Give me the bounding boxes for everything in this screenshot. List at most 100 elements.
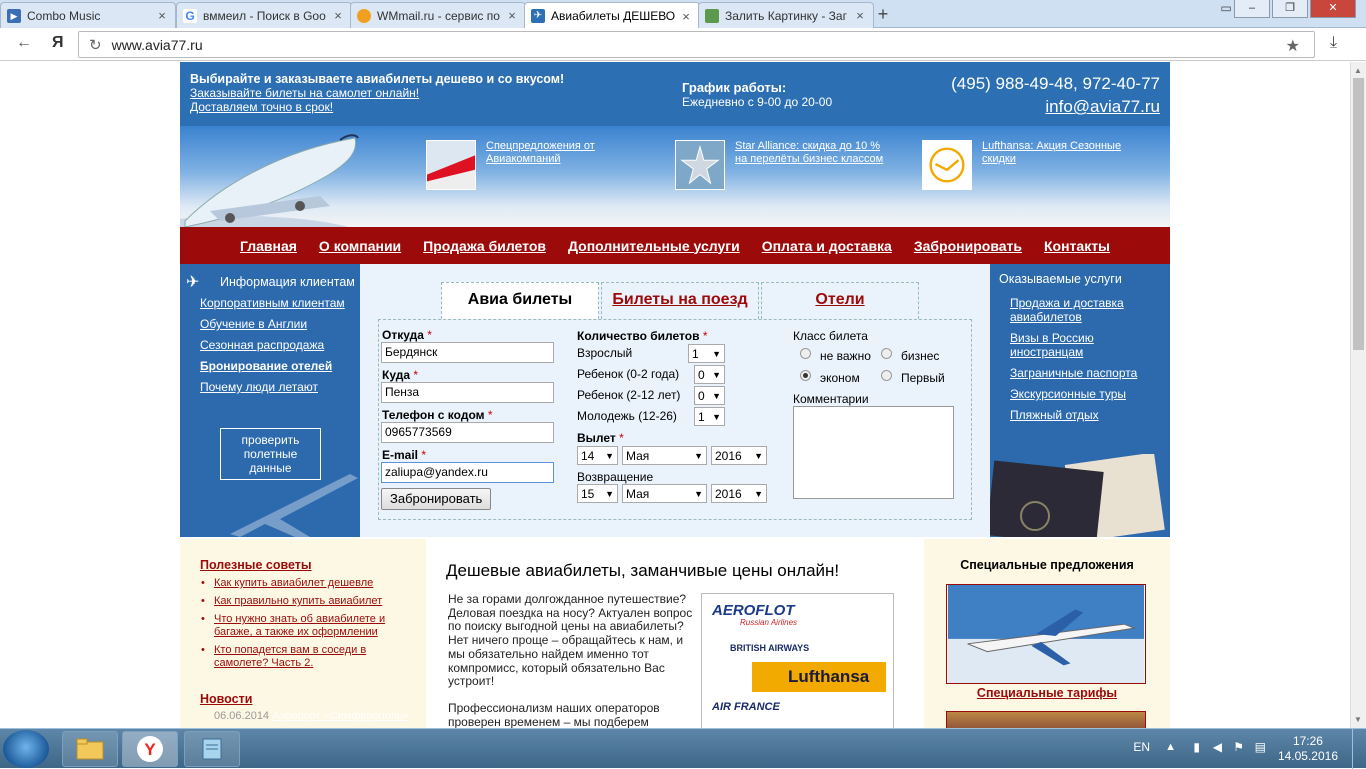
- yandex-icon[interactable]: Я: [52, 34, 64, 52]
- back-arrow-icon[interactable]: ←: [16, 34, 32, 52]
- depart-year-select[interactable]: 2016 ▼: [711, 446, 767, 465]
- network-signal-icon[interactable]: ▮: [1193, 740, 1200, 754]
- maximize-button[interactable]: ❐: [1272, 0, 1308, 18]
- promo-link-star-alliance[interactable]: Star Alliance: скидка до 10 % на перелёт…: [735, 140, 885, 166]
- browser-tab[interactable]: WMmail.ru - сервис по ×: [350, 2, 526, 28]
- taskbar-explorer-button[interactable]: [62, 731, 118, 767]
- tab-close-icon[interactable]: ×: [331, 8, 345, 23]
- volume-icon[interactable]: ◀: [1213, 740, 1222, 754]
- nav-services[interactable]: Дополнительные услуги: [568, 238, 740, 254]
- browser-tab[interactable]: Залить Картинку - Заг ×: [698, 2, 874, 28]
- tab-train-tickets[interactable]: Билеты на поезд: [601, 282, 759, 319]
- tips-list: Как купить авиабилет дешевле Как правиль…: [200, 577, 410, 675]
- tab-close-icon[interactable]: ×: [155, 8, 169, 23]
- nav-home[interactable]: Главная: [240, 238, 297, 254]
- page-scrollbar[interactable]: ▲ ▼: [1350, 62, 1366, 728]
- start-button[interactable]: [3, 730, 49, 768]
- aeroflot-logo: AEROFLOT: [712, 602, 795, 619]
- bookmark-star-icon[interactable]: ★: [1286, 36, 1300, 56]
- depart-day-select[interactable]: 14 ▼: [577, 446, 618, 465]
- browser-tab-active[interactable]: ✈ Авиабилеты ДЕШЕВО ×: [524, 2, 700, 29]
- class-economy-radio[interactable]: [800, 370, 811, 381]
- adult-select[interactable]: 1 ▼: [688, 344, 725, 363]
- tab-air-tickets[interactable]: Авиа билеты: [441, 282, 599, 319]
- clock[interactable]: 17:26 14.05.2016: [1278, 734, 1338, 764]
- tab-close-icon[interactable]: ×: [505, 8, 519, 23]
- check-flight-button[interactable]: проверить полетные данные: [220, 428, 321, 480]
- close-window-button[interactable]: ✕: [1310, 0, 1356, 18]
- class-business-radio[interactable]: [881, 348, 892, 359]
- show-desktop-button[interactable]: [1352, 729, 1366, 769]
- link-corporate[interactable]: Корпоративным клиентам: [200, 296, 345, 310]
- return-month-select[interactable]: Мая ▼: [622, 484, 707, 503]
- class-first-radio[interactable]: [881, 370, 892, 381]
- tab-hotels-link[interactable]: Отели: [815, 291, 864, 308]
- article-paragraph-2: Профессионализм наших операторов провере…: [448, 701, 660, 728]
- nav-about[interactable]: О компании: [319, 238, 401, 254]
- windows-taskbar: Y EN ▲ ▮ ◀ ⚑ ▤ 17:26 14.05.2016: [0, 728, 1366, 769]
- special-tariffs-link[interactable]: Специальные тарифы: [977, 686, 1117, 700]
- slogan-link-order[interactable]: Заказывайте билеты на самолет онлайн!: [190, 86, 564, 100]
- return-day-select[interactable]: 15 ▼: [577, 484, 618, 503]
- browser-tab[interactable]: G вммеил - Поиск в Goo ×: [176, 2, 352, 28]
- submit-booking-button[interactable]: Забронировать: [381, 488, 492, 510]
- news-title[interactable]: Новости: [200, 692, 252, 706]
- scroll-up-icon[interactable]: ▲: [1354, 66, 1362, 75]
- link-season-sale[interactable]: Сезонная распродажа: [200, 338, 324, 352]
- language-indicator[interactable]: EN: [1133, 740, 1150, 754]
- scroll-down-icon[interactable]: ▼: [1354, 715, 1362, 724]
- link-hotel-booking[interactable]: Бронирование отелей: [200, 359, 332, 373]
- scrollbar-thumb[interactable]: [1353, 78, 1364, 350]
- depart-month-select[interactable]: Мая ▼: [622, 446, 707, 465]
- link-england-study[interactable]: Обучение в Англии: [200, 317, 307, 331]
- tab-close-icon[interactable]: ×: [853, 8, 867, 23]
- tip-link[interactable]: Как правильно купить авиабилет: [214, 595, 382, 607]
- class-any-radio[interactable]: [800, 348, 811, 359]
- comments-textarea[interactable]: [793, 406, 954, 499]
- taskbar-notepad-button[interactable]: [184, 731, 240, 767]
- link-beach[interactable]: Пляжный отдых: [1010, 408, 1099, 422]
- download-icon[interactable]: ⤓: [1330, 34, 1337, 52]
- promo-link-special[interactable]: Спецпредложения от Авиакомпаний: [486, 140, 636, 166]
- email-input[interactable]: zaliupa@yandex.ru: [381, 462, 554, 483]
- reload-icon[interactable]: ↻: [89, 36, 102, 54]
- url-text[interactable]: www.avia77.ru: [112, 37, 203, 53]
- url-field[interactable]: ↻ www.avia77.ru ★: [78, 31, 1315, 58]
- nav-contacts[interactable]: Контакты: [1044, 238, 1110, 254]
- to-input[interactable]: Пенза: [381, 382, 554, 403]
- slogan-link-delivery[interactable]: Доставляем точно в срок!: [190, 100, 564, 114]
- link-visas[interactable]: Визы в Россию иностранцам: [1010, 331, 1094, 359]
- tip-link[interactable]: Как купить авиабилет дешевле: [214, 577, 373, 589]
- tab-train-link[interactable]: Билеты на поезд: [612, 291, 747, 308]
- browser-tab[interactable]: ▶ Combo Music ×: [0, 2, 176, 28]
- minimize-button[interactable]: ‒: [1234, 0, 1270, 18]
- tip-link[interactable]: Что нужно знать об авиабилете и багаже, …: [214, 613, 385, 638]
- tip-link[interactable]: Кто попадется вам в соседи в самолете? Ч…: [214, 644, 366, 669]
- tab-close-icon[interactable]: ×: [679, 9, 693, 24]
- tab-hotels[interactable]: Отели: [761, 282, 919, 319]
- link-tours[interactable]: Экскурсионные туры: [1010, 387, 1126, 401]
- special-offer-plane-image[interactable]: [946, 584, 1146, 684]
- nav-payment[interactable]: Оплата и доставка: [762, 238, 892, 254]
- link-why-fly[interactable]: Почему люди летают: [200, 380, 318, 394]
- child212-select[interactable]: 0 ▼: [694, 386, 725, 405]
- link-ticket-delivery[interactable]: Продажа и доставка авиабилетов: [1010, 296, 1124, 324]
- from-input[interactable]: Бердянск: [381, 342, 554, 363]
- tips-title[interactable]: Полезные советы: [200, 558, 312, 572]
- new-tab-button[interactable]: +: [872, 4, 894, 25]
- return-year-select[interactable]: 2016 ▼: [711, 484, 767, 503]
- youth-select[interactable]: 1 ▼: [694, 407, 725, 426]
- taskbar-yandex-browser-button[interactable]: Y: [122, 731, 178, 767]
- email-link[interactable]: info@avia77.ru: [951, 95, 1160, 118]
- child02-select[interactable]: 0 ▼: [694, 365, 725, 384]
- promo-link-lufthansa[interactable]: Lufthansa: Акция Сезонные скидки: [982, 140, 1132, 166]
- action-center-icon[interactable]: ⚑: [1233, 740, 1244, 754]
- nav-tickets[interactable]: Продажа билетов: [423, 238, 546, 254]
- phone-input[interactable]: 0965773569: [381, 422, 554, 443]
- power-icon[interactable]: ▤: [1255, 740, 1266, 754]
- news-link[interactable]: Аэропорт «Симферополь»: [272, 710, 409, 722]
- special-offer-image-2[interactable]: [946, 711, 1146, 728]
- show-hidden-icons-icon[interactable]: ▲: [1165, 741, 1176, 753]
- nav-book[interactable]: Забронировать: [914, 238, 1022, 254]
- link-passports[interactable]: Заграничные паспорта: [1010, 366, 1137, 380]
